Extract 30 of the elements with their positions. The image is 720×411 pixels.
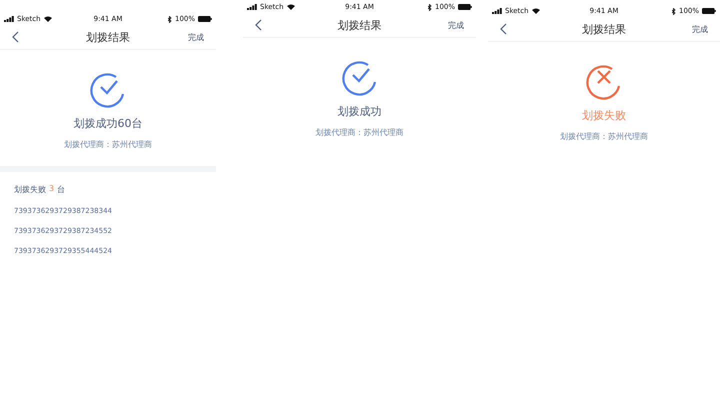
battery-icon bbox=[458, 4, 472, 10]
done-link[interactable]: 完成 bbox=[448, 20, 464, 30]
battery-icon bbox=[198, 16, 212, 22]
result-message: 划拨成功60台 bbox=[74, 116, 142, 131]
agent-label: 划拨代理商：苏州代理商 bbox=[316, 127, 404, 138]
battery-icon bbox=[702, 8, 716, 14]
agent-label: 划拨代理商：苏州代理商 bbox=[64, 139, 152, 150]
page-title: 划拨结果 bbox=[581, 22, 627, 36]
result-message: 划拨失败 bbox=[582, 108, 626, 123]
agent-label: 划拨代理商：苏州代理商 bbox=[560, 131, 648, 142]
done-link[interactable]: 完成 bbox=[188, 32, 204, 42]
wifi-icon bbox=[44, 16, 52, 22]
failure-unit: 台 bbox=[57, 184, 66, 195]
result-message: 划拨成功 bbox=[338, 104, 382, 119]
signal-icon bbox=[492, 8, 502, 14]
back-icon[interactable] bbox=[255, 19, 262, 31]
bluetooth-icon bbox=[168, 16, 172, 22]
done-link[interactable]: 完成 bbox=[692, 24, 708, 34]
bluetooth-icon bbox=[672, 8, 676, 14]
page-title: 划拨结果 bbox=[85, 30, 131, 44]
back-icon[interactable] bbox=[500, 23, 507, 35]
signal-icon bbox=[4, 16, 14, 22]
failure-count: 3 bbox=[49, 184, 54, 195]
wifi-icon bbox=[532, 8, 540, 14]
bluetooth-icon bbox=[428, 4, 432, 10]
page-title: 划拨结果 bbox=[336, 18, 382, 32]
back-icon[interactable] bbox=[12, 31, 19, 43]
signal-icon bbox=[247, 4, 257, 10]
wifi-icon bbox=[286, 4, 295, 10]
failure-label: 划拨失败 bbox=[14, 184, 46, 195]
